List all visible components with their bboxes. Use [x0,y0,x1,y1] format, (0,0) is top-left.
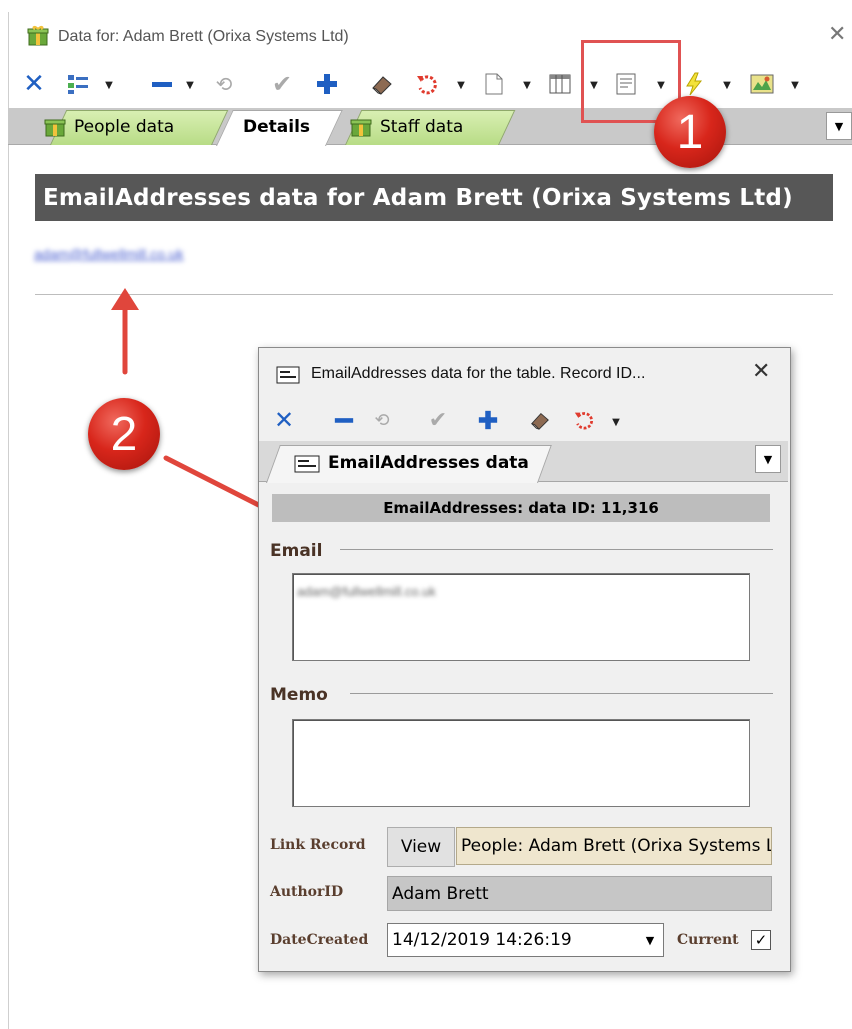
undo-icon[interactable] [570,406,598,434]
close-x-icon[interactable]: ✕ [270,406,298,434]
minus-icon[interactable] [330,406,358,434]
dialog-title: EmailAddresses data for the table. Recor… [311,365,646,382]
dialog-tab-menu-button[interactable]: ▼ [755,445,781,473]
divider [35,294,833,295]
minus-icon[interactable] [148,70,176,98]
document-icon[interactable] [480,70,508,98]
dialog-tab-emailaddresses[interactable]: EmailAddresses data [328,453,529,473]
chevron-down-icon[interactable]: ▼ [522,75,532,95]
current-label: Current [677,932,739,948]
chevron-down-icon[interactable]: ▼ [790,75,800,95]
plus-icon[interactable] [313,70,341,98]
refresh-icon[interactable]: ⟲ [368,406,396,434]
refresh-icon[interactable]: ⟲ [210,70,238,98]
checkmark-icon[interactable]: ✔ [424,406,452,434]
view-button[interactable]: View [387,827,455,867]
link-record-label: Link Record [270,837,366,853]
chevron-down-icon[interactable]: ▼ [456,75,466,95]
annotation-arrow-up [111,288,139,375]
divider [340,549,773,550]
chevron-down-icon[interactable]: ▼ [722,75,732,95]
eraser-icon[interactable] [526,406,554,434]
chevron-down-icon[interactable]: ▼ [639,927,661,953]
app-icon [27,25,49,47]
dialog-close-button[interactable]: ✕ [752,359,770,384]
eraser-icon[interactable] [368,70,396,98]
email-link[interactable]: adam@fullwellmill.co.uk [34,246,184,262]
memo-section-label: Memo [270,685,328,705]
current-checkbox[interactable]: ✓ [751,930,771,950]
annotation-badge-1: 1 [654,96,726,168]
form-icon [276,366,300,384]
grid-options-icon[interactable] [64,70,92,98]
author-id-field: Adam Brett [387,876,772,911]
tab-staff-data[interactable]: Staff data [350,110,463,144]
form-icon [294,455,320,473]
chevron-down-icon[interactable]: ▼ [104,75,114,95]
plus-icon[interactable] [474,406,502,434]
columns-icon[interactable] [546,70,574,98]
annotation-badge-2: 2 [88,398,160,470]
map-icon[interactable] [748,70,776,98]
people-icon [44,116,66,138]
date-created-field[interactable]: 14/12/2019 14:26:19 [387,923,664,957]
undo-icon[interactable] [413,70,441,98]
tab-details[interactable]: Details [243,110,310,144]
checkmark-icon[interactable]: ✔ [268,70,296,98]
tab-people-data[interactable]: People data [44,110,174,144]
chevron-down-icon[interactable]: ▼ [185,75,195,95]
link-record-value: People: Adam Brett (Orixa Systems Ltd) [456,827,772,865]
tab-label: People data [74,117,175,137]
window-close-button[interactable]: ✕ [828,22,846,47]
window-title: Data for: Adam Brett (Orixa Systems Ltd) [58,28,349,45]
section-header: EmailAddresses data for Adam Brett (Orix… [35,174,833,221]
staff-icon [350,116,372,138]
lightning-icon[interactable] [680,70,708,98]
tab-menu-button[interactable]: ▼ [826,112,852,140]
record-id-bar: EmailAddresses: data ID: 11,316 [272,494,770,522]
divider [350,693,773,694]
email-section-label: Email [270,541,323,561]
email-field-value: adam@fullwellmill.co.uk [297,584,436,599]
memo-field[interactable] [292,719,750,807]
author-id-label: AuthorID [270,884,344,900]
chevron-down-icon[interactable]: ▼ [611,412,621,432]
tab-label: Staff data [380,117,464,137]
tab-label: Details [243,117,311,137]
close-x-icon[interactable]: ✕ [20,69,48,99]
date-created-label: DateCreated [270,932,369,948]
